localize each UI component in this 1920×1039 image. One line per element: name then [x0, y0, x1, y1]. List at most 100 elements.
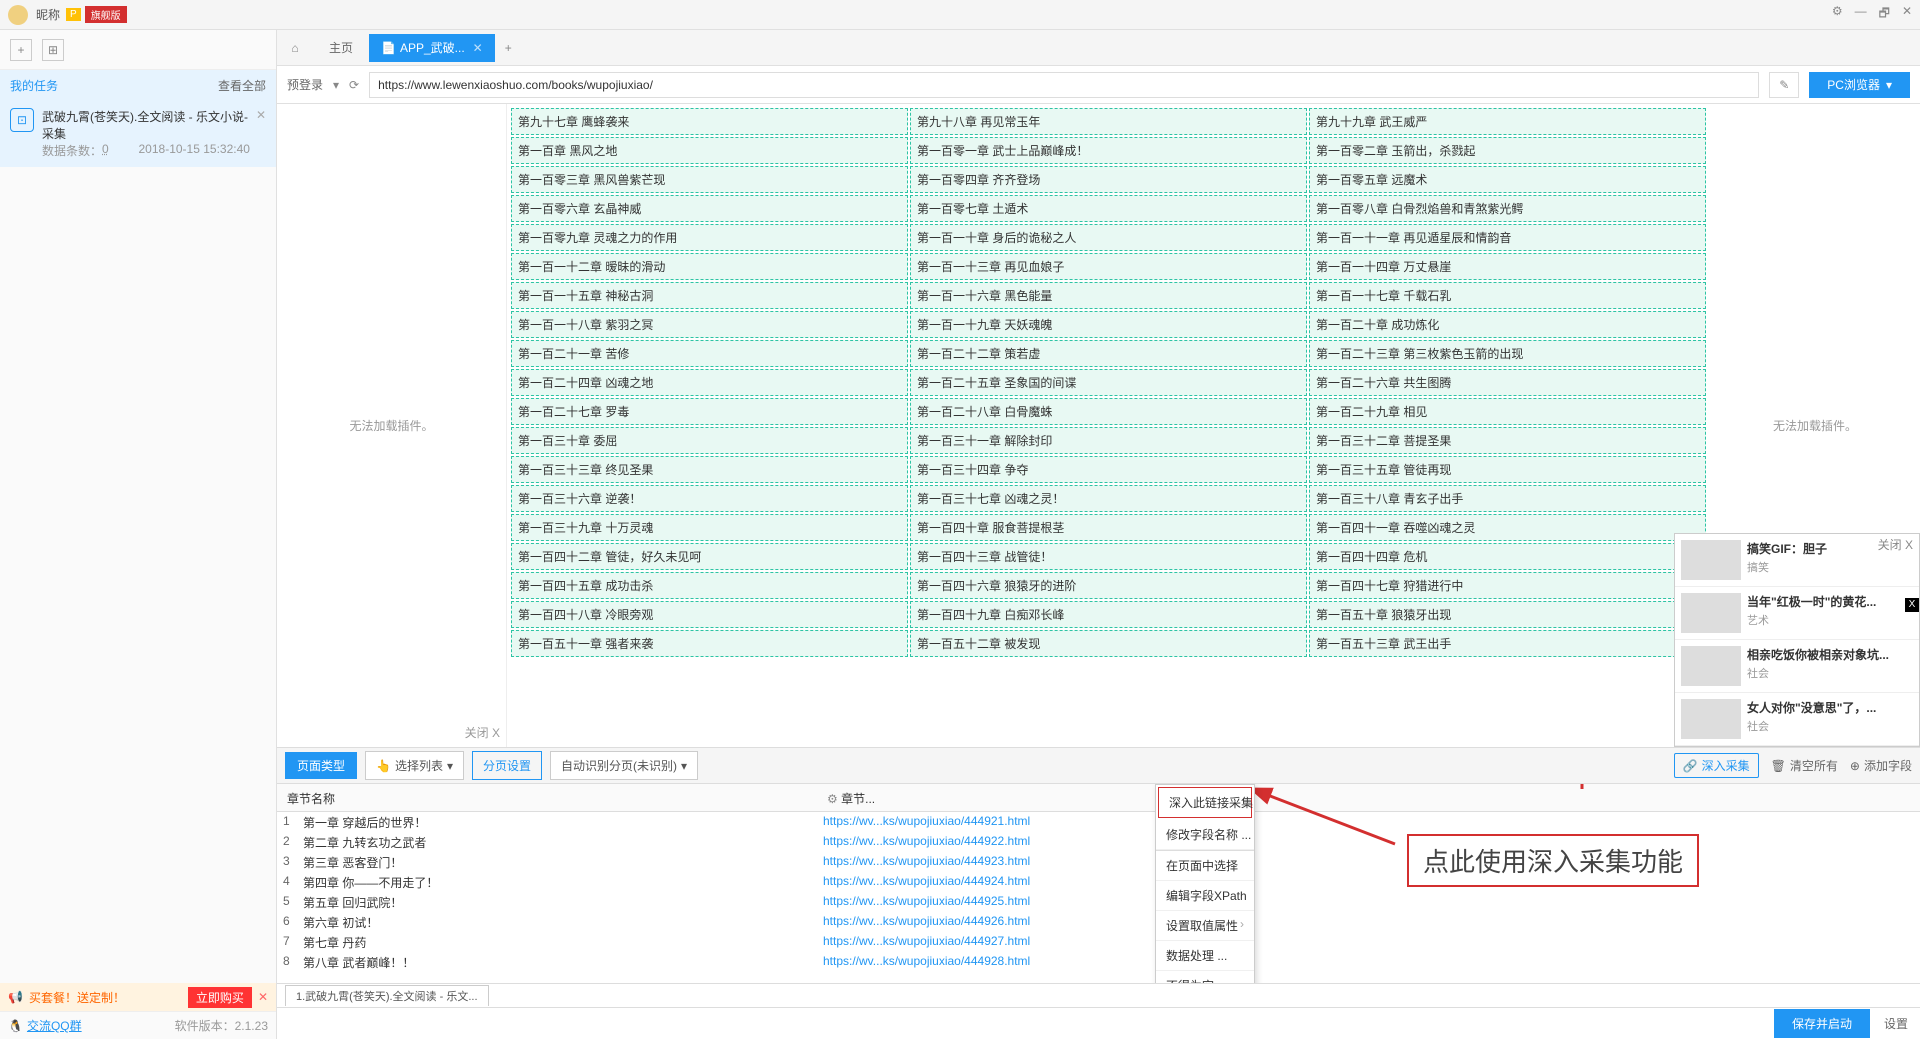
chapter-link[interactable]: 第一百零七章 土遁术	[910, 195, 1307, 222]
chapter-link[interactable]: 第一百一十五章 神秘古洞	[511, 282, 908, 309]
chapter-link[interactable]: 第一百二十三章 第三枚紫色玉箭的出现	[1309, 340, 1706, 367]
chapter-link[interactable]: 第一百四十七章 狩猎进行中	[1309, 572, 1706, 599]
chapter-link[interactable]: 第一百三十六章 逆袭！	[511, 485, 908, 512]
chapter-link[interactable]: 第九十八章 再见常玉年	[910, 108, 1307, 135]
chapter-link[interactable]: 第一百一十七章 千载石乳	[1309, 282, 1706, 309]
chapter-link[interactable]: 第一百四十一章 吞噬凶魂之灵	[1309, 514, 1706, 541]
chapter-link[interactable]: 第一百三十四章 争夺	[910, 456, 1307, 483]
chapter-link[interactable]: 第一百章 黑风之地	[511, 137, 908, 164]
menu-not-null[interactable]: 不得为空	[1156, 971, 1254, 983]
tab-home[interactable]: 主页	[317, 34, 365, 62]
chapter-link[interactable]: 第一百四十三章 战管徒！	[910, 543, 1307, 570]
news-item[interactable]: 当年"红极一时"的黄花...艺术	[1675, 587, 1919, 640]
chapter-link[interactable]: 第一百五十三章 武王出手	[1309, 630, 1706, 657]
chapter-link[interactable]: 第一百一十九章 天妖魂魄	[910, 311, 1307, 338]
tab-add-icon[interactable]: +	[505, 41, 512, 55]
chapter-link[interactable]: 第一百三十五章 管徒再现	[1309, 456, 1706, 483]
menu-set-value[interactable]: 设置取值属性›	[1156, 911, 1254, 941]
data-tab[interactable]: 1.武破九霄(苍笑天).全文阅读 - 乐文...	[285, 985, 489, 1006]
new-folder-icon[interactable]: ⊞	[42, 39, 64, 61]
chapter-link[interactable]: 第一百二十一章 苦修	[511, 340, 908, 367]
close-icon[interactable]: ✕	[1902, 4, 1912, 25]
news-item[interactable]: 女人对你"没意思"了，...社会	[1675, 693, 1919, 746]
tab-active[interactable]: 📄 APP_武破... ✕	[369, 34, 495, 62]
chapter-link[interactable]: 第一百一十八章 紫羽之冥	[511, 311, 908, 338]
qq-link[interactable]: 交流QQ群	[27, 1017, 82, 1034]
menu-data-process[interactable]: 数据处理 ...	[1156, 941, 1254, 971]
chapter-link[interactable]: 第九十九章 武王威严	[1309, 108, 1706, 135]
chapter-link[interactable]: 第一百三十一章 解除封印	[910, 427, 1307, 454]
view-all-link[interactable]: 查看全部	[218, 77, 266, 94]
auto-page-dropdown[interactable]: 自动识别分页(未识别) ▾	[550, 751, 698, 780]
chapter-link[interactable]: 第一百二十章 成功炼化	[1309, 311, 1706, 338]
chapter-link[interactable]: 第一百零三章 黑风兽紫芒现	[511, 166, 908, 193]
chapter-link[interactable]: 第一百三十三章 终见圣果	[511, 456, 908, 483]
chapter-link[interactable]: 第一百零一章 武士上品巅峰成！	[910, 137, 1307, 164]
chapter-link[interactable]: 第一百五十二章 被发现	[910, 630, 1307, 657]
close-panel-link[interactable]: 关闭 X	[465, 724, 500, 741]
row-link[interactable]: https://wv...ks/wupojiuxiao/444924.html	[817, 872, 1920, 892]
chapter-link[interactable]: 第一百一十四章 万丈悬崖	[1309, 253, 1706, 280]
row-link[interactable]: https://wv...ks/wupojiuxiao/444928.html	[817, 952, 1920, 972]
menu-select-in-page[interactable]: 在页面中选择	[1156, 851, 1254, 881]
avatar-icon[interactable]	[8, 5, 28, 25]
chapter-link[interactable]: 第一百四十章 服食菩提根茎	[910, 514, 1307, 541]
table-row[interactable]: 7第七章 丹药https://wv...ks/wupojiuxiao/44492…	[277, 932, 1920, 952]
chapter-link[interactable]: 第一百三十章 委屈	[511, 427, 908, 454]
chapter-link[interactable]: 第一百一十一章 再见遁星辰和情韵音	[1309, 224, 1706, 251]
chapter-link[interactable]: 第一百零五章 远魔术	[1309, 166, 1706, 193]
table-row[interactable]: 5第五章 回归武院！https://wv...ks/wupojiuxiao/44…	[277, 892, 1920, 912]
minimize-icon[interactable]: —	[1855, 4, 1867, 25]
menu-edit-xpath[interactable]: 编辑字段XPath	[1156, 881, 1254, 911]
menu-rename[interactable]: 修改字段名称 ...	[1156, 820, 1254, 850]
save-start-button[interactable]: 保存并启动	[1774, 1009, 1870, 1038]
row-link[interactable]: https://wv...ks/wupojiuxiao/444926.html	[817, 912, 1920, 932]
chapter-link[interactable]: 第一百三十九章 十万灵魂	[511, 514, 908, 541]
task-close-icon[interactable]: ✕	[256, 108, 266, 159]
deep-collect-button[interactable]: 🔗 深入采集	[1674, 753, 1759, 778]
reload-icon[interactable]: ⟳	[349, 78, 359, 92]
table-row[interactable]: 6第六章 初试！https://wv...ks/wupojiuxiao/4449…	[277, 912, 1920, 932]
clear-all-button[interactable]: 🗑 清空所有	[1771, 753, 1838, 778]
news-close-link[interactable]: 关闭 X	[1878, 536, 1913, 553]
chapter-link[interactable]: 第一百二十二章 策若虚	[910, 340, 1307, 367]
maximize-icon[interactable]: 🗗	[1879, 4, 1890, 25]
table-row[interactable]: 8第八章 武者巅峰！！https://wv...ks/wupojiuxiao/4…	[277, 952, 1920, 972]
chapter-link[interactable]: 第一百零六章 玄晶神威	[511, 195, 908, 222]
chapter-link[interactable]: 第一百五十章 狼猿牙出现	[1309, 601, 1706, 628]
page-split-button[interactable]: 分页设置	[472, 751, 542, 780]
url-input[interactable]	[369, 72, 1759, 98]
chapter-link[interactable]: 第一百零四章 齐齐登场	[910, 166, 1307, 193]
chapter-link[interactable]: 第一百二十八章 白骨魔蛛	[910, 398, 1307, 425]
chapter-link[interactable]: 第一百四十二章 管徒，好久未见呵	[511, 543, 908, 570]
chapter-link[interactable]: 第一百二十五章 圣象国的间谍	[910, 369, 1307, 396]
chapter-link[interactable]: 第一百二十四章 凶魂之地	[511, 369, 908, 396]
chapter-link[interactable]: 第一百一十二章 暧昧的滑动	[511, 253, 908, 280]
th-chapter-name[interactable]: 章节名称	[277, 784, 817, 811]
row-link[interactable]: https://wv...ks/wupojiuxiao/444925.html	[817, 892, 1920, 912]
new-task-icon[interactable]: +	[10, 39, 32, 61]
pc-browser-button[interactable]: PC浏览器 ▾	[1809, 72, 1910, 98]
chapter-link[interactable]: 第一百二十九章 相见	[1309, 398, 1706, 425]
chapter-link[interactable]: 第一百二十六章 共生图腾	[1309, 369, 1706, 396]
news-x-icon[interactable]: X	[1905, 598, 1919, 612]
settings-button[interactable]: 设置	[1884, 1015, 1908, 1032]
add-field-button[interactable]: ⊕ 添加字段	[1850, 753, 1912, 778]
pre-login-dropdown[interactable]: 预登录	[287, 76, 323, 93]
row-link[interactable]: https://wv...ks/wupojiuxiao/444927.html	[817, 932, 1920, 952]
chapter-link[interactable]: 第一百零二章 玉箭出，杀戮起	[1309, 137, 1706, 164]
chapter-link[interactable]: 第一百四十九章 白痴邓长峰	[910, 601, 1307, 628]
chapter-link[interactable]: 第一百四十四章 危机	[1309, 543, 1706, 570]
page-type-button[interactable]: 页面类型	[285, 752, 357, 779]
chapter-link[interactable]: 第九十七章 鹰蜂袭来	[511, 108, 908, 135]
chapter-link[interactable]: 第一百一十章 身后的诡秘之人	[910, 224, 1307, 251]
promo-buy-button[interactable]: 立即购买	[188, 987, 252, 1008]
chevron-down-icon[interactable]: ▾	[333, 78, 339, 92]
promo-close-icon[interactable]: ✕	[258, 990, 268, 1004]
chapter-link[interactable]: 第一百四十五章 成功击杀	[511, 572, 908, 599]
chapter-link[interactable]: 第一百四十八章 冷眼旁观	[511, 601, 908, 628]
select-list-button[interactable]: 👆 选择列表 ▾	[365, 751, 464, 780]
home-icon[interactable]: ⌂	[285, 38, 305, 58]
chapter-link[interactable]: 第一百一十三章 再见血娘子	[910, 253, 1307, 280]
chapter-link[interactable]: 第一百三十七章 凶魂之灵！	[910, 485, 1307, 512]
